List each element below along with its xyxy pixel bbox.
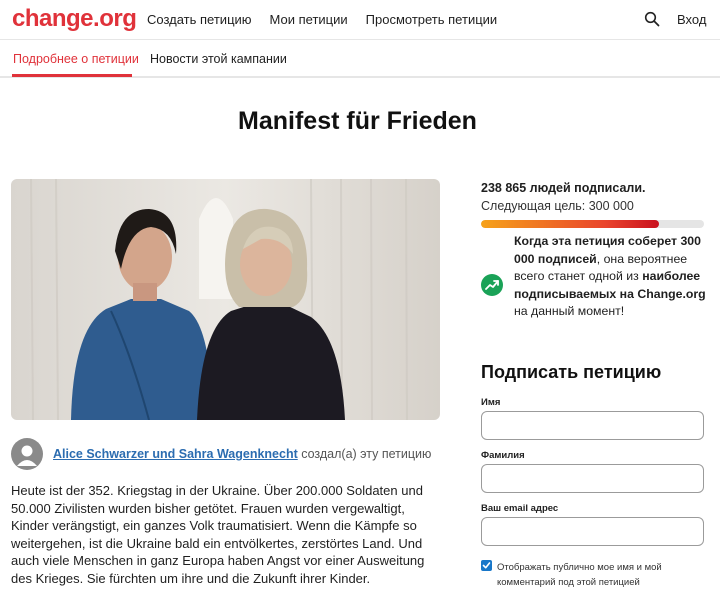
- nav-my-petitions[interactable]: Мои петиции: [270, 12, 348, 27]
- last-name-label: Фамилия: [481, 450, 525, 461]
- petition-description: Heute ist der 352. Kriegstag in der Ukra…: [11, 483, 425, 586]
- public-consent-label[interactable]: Отображать публично мое имя и мой коммен…: [497, 560, 697, 590]
- search-icon[interactable]: [644, 11, 660, 27]
- signature-count: 238 865 людей подписали.: [481, 181, 646, 195]
- public-consent-checkbox[interactable]: [481, 560, 492, 571]
- signature-progress-bar: [481, 220, 704, 228]
- sign-form-title: Подписать петицию: [481, 362, 662, 382]
- signature-goal: Следующая цель: 300 000: [481, 199, 634, 213]
- active-tab-underline: [12, 74, 132, 77]
- petition-title: Manifest für Frieden: [238, 107, 477, 135]
- email-label: Ваш email адрес: [481, 503, 559, 514]
- change-org-logo[interactable]: change.org: [12, 5, 137, 33]
- petition-photo: [11, 179, 440, 420]
- first-name-label: Имя: [481, 397, 501, 408]
- signature-progress-fill: [481, 220, 660, 228]
- email-input[interactable]: [481, 517, 704, 546]
- login-link[interactable]: Вход: [677, 12, 706, 27]
- last-name-input[interactable]: [481, 464, 704, 493]
- tab-petition-details[interactable]: Подробнее о петиции: [13, 52, 139, 66]
- nav-create-petition[interactable]: Создать петицию: [147, 12, 252, 27]
- tab-campaign-news[interactable]: Новости этой кампании: [150, 52, 287, 66]
- author-suffix: создал(а) эту петицию: [301, 447, 432, 461]
- trending-icon: [481, 274, 503, 296]
- trending-message: Когда эта петиция соберет 300 000 подпис…: [514, 233, 709, 321]
- first-name-input[interactable]: [481, 411, 704, 440]
- top-navigation-bar: change.org Создать петицию Мои петиции П…: [0, 0, 720, 40]
- promo-text-4: на данный момент!: [514, 304, 625, 319]
- author-avatar: [11, 438, 43, 470]
- main-nav: Создать петицию Мои петиции Просмотреть …: [147, 12, 515, 27]
- author-line: Alice Schwarzer und Sahra Wagenknecht со…: [53, 447, 431, 461]
- author-link[interactable]: Alice Schwarzer und Sahra Wagenknecht: [53, 447, 298, 461]
- nav-browse-petitions[interactable]: Просмотреть петиции: [366, 12, 498, 27]
- petition-tabs: Подробнее о петиции Новости этой кампани…: [0, 40, 720, 78]
